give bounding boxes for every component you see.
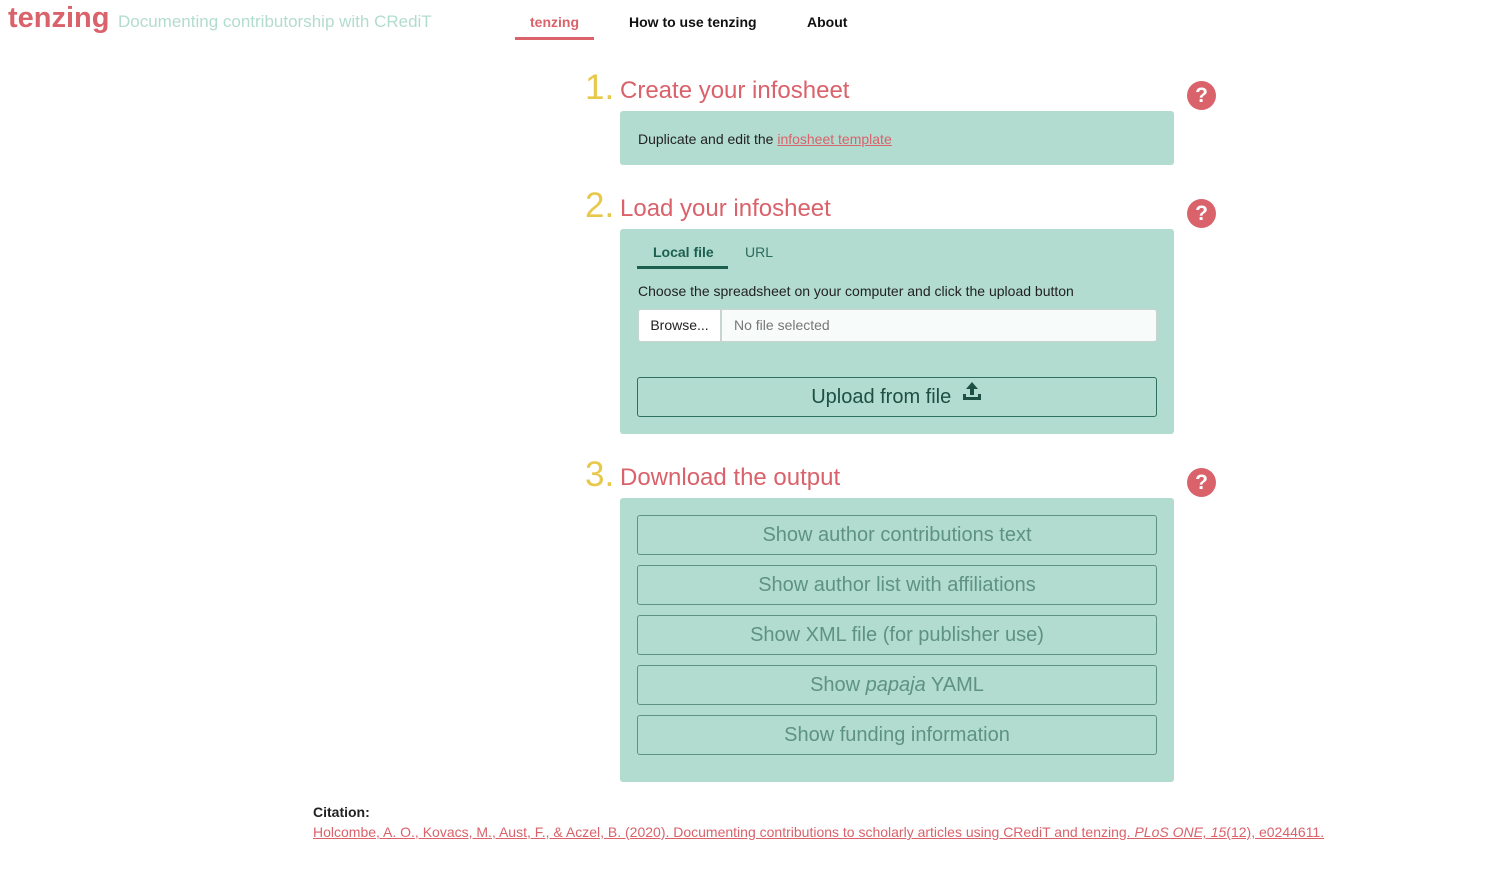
nav-tab-how-to-use[interactable]: How to use tenzing: [629, 14, 757, 30]
download-output-panel: Show author contributions text Show auth…: [620, 498, 1174, 782]
step-1-help-icon[interactable]: ?: [1187, 81, 1216, 110]
brand-logo[interactable]: tenzing: [8, 2, 110, 35]
step-3-title: Download the output: [620, 464, 841, 491]
create-infosheet-panel: Duplicate and edit the infosheet templat…: [620, 111, 1174, 165]
tab-url[interactable]: URL: [745, 244, 773, 260]
show-xml-file-button[interactable]: Show XML file (for publisher use): [637, 615, 1157, 655]
citation-authors-title: Holcombe, A. O., Kovacs, M., Aust, F., &…: [313, 824, 1135, 840]
step-1-title: Create your infosheet: [620, 77, 850, 104]
step-2-number: 2.: [585, 186, 615, 225]
nav-tab-about[interactable]: About: [807, 14, 847, 30]
upload-icon: [961, 377, 983, 415]
papaja-button-italic: papaja: [865, 674, 926, 696]
create-infosheet-text: Duplicate and edit the infosheet templat…: [638, 131, 892, 147]
citation-link[interactable]: Holcombe, A. O., Kovacs, M., Aust, F., &…: [313, 824, 1324, 840]
upload-from-file-button[interactable]: Upload from file: [637, 377, 1157, 417]
browse-button[interactable]: Browse...: [638, 309, 721, 342]
local-file-tab-indicator: [637, 266, 728, 269]
citation-issue-pages: (12), e0244611.: [1226, 824, 1325, 840]
step-3-help-icon[interactable]: ?: [1187, 468, 1216, 497]
show-funding-info-button[interactable]: Show funding information: [637, 715, 1157, 755]
step-2-help-icon[interactable]: ?: [1187, 199, 1216, 228]
step-1-number: 1.: [585, 68, 615, 107]
citation-journal: PLoS ONE, 15: [1134, 824, 1227, 840]
show-papaja-yaml-button[interactable]: Show papaja YAML: [637, 665, 1157, 705]
papaja-button-prefix: Show: [810, 674, 866, 696]
upload-instruction: Choose the spreadsheet on your computer …: [638, 283, 1074, 299]
create-infosheet-prefix: Duplicate and edit the: [638, 131, 778, 147]
papaja-button-suffix: YAML: [925, 674, 984, 696]
show-author-list-button[interactable]: Show author list with affiliations: [637, 565, 1157, 605]
file-name-field[interactable]: No file selected: [721, 309, 1157, 342]
step-3-number: 3.: [585, 455, 615, 494]
load-infosheet-panel: Local file URL Choose the spreadsheet on…: [620, 229, 1174, 434]
nav-tab-tenzing[interactable]: tenzing: [530, 14, 579, 30]
citation-label: Citation:: [313, 804, 370, 820]
active-tab-indicator: [515, 37, 594, 40]
upload-button-label: Upload from file: [811, 386, 952, 408]
tab-local-file[interactable]: Local file: [653, 244, 714, 260]
brand-tagline: Documenting contributorship with CRediT: [118, 12, 432, 31]
infosheet-template-link[interactable]: infosheet template: [777, 131, 891, 147]
top-navbar: tenzing Documenting contributorship with…: [0, 0, 1488, 44]
show-contributions-text-button[interactable]: Show author contributions text: [637, 515, 1157, 555]
step-2-title: Load your infosheet: [620, 195, 831, 222]
